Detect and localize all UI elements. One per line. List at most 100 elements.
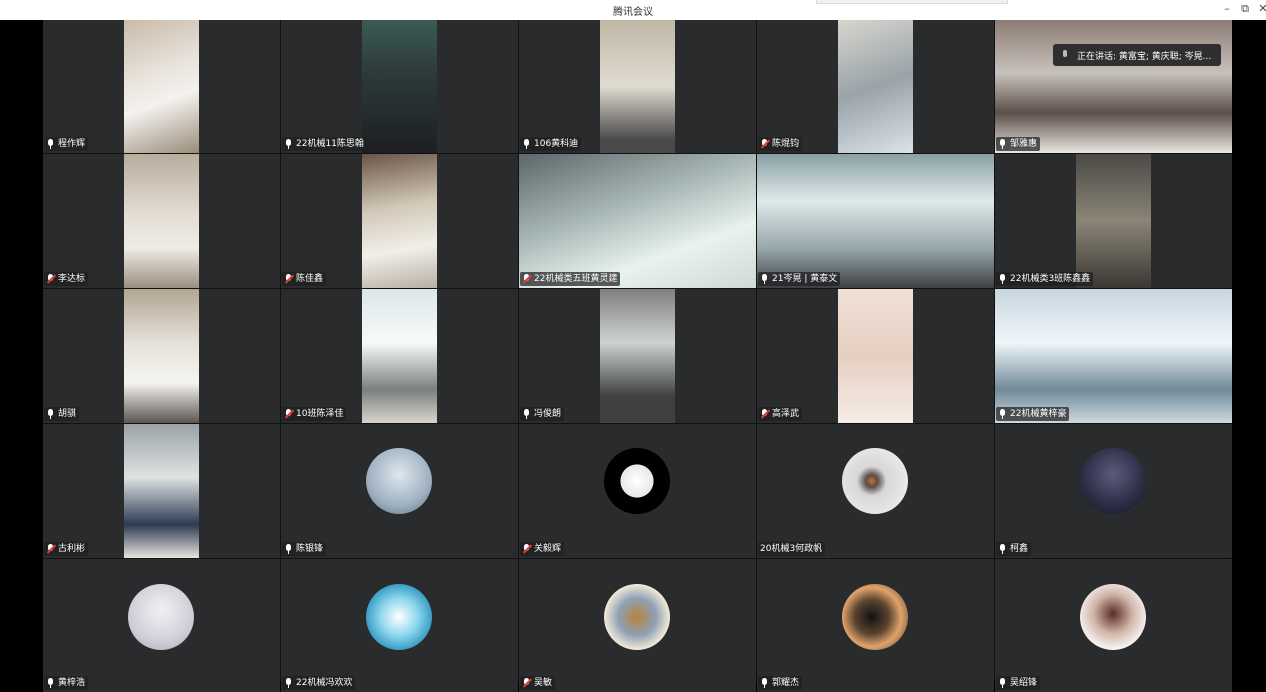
mic-muted-icon: [760, 138, 769, 150]
participant-name: 陈焜钧: [772, 139, 800, 149]
participant-name: 关毅辉: [534, 544, 562, 554]
participant-tile[interactable]: 冯俊朗: [519, 289, 756, 423]
participant-tile[interactable]: 22机械黄梓豪: [995, 289, 1232, 423]
mic-icon: [998, 273, 1007, 285]
mic-muted-icon: [522, 677, 531, 689]
participant-tile[interactable]: 陈佳鑫: [281, 154, 518, 288]
participant-label: 邹雅惠: [996, 137, 1041, 151]
participant-tile[interactable]: 106黄科迪: [519, 20, 756, 153]
speaking-text: 正在讲话: 黄富宝; 黄庆聪; 岑晃...: [1077, 51, 1212, 62]
participant-name: 李达标: [58, 274, 86, 284]
avatar: [366, 448, 432, 514]
participant-tile[interactable]: 陈银锋: [281, 424, 518, 558]
participant-tile[interactable]: 高泽武: [757, 289, 994, 423]
participant-name: 高泽武: [772, 409, 800, 419]
participant-video: [838, 289, 913, 423]
participant-video: [757, 154, 994, 288]
mic-icon: [998, 408, 1007, 420]
minimize-button[interactable]: –: [1218, 1, 1236, 19]
participant-label: 郭耀杰: [758, 676, 803, 690]
mic-icon: [998, 543, 1007, 555]
participant-tile[interactable]: 柯鑫: [995, 424, 1232, 558]
participant-name: 邹雅惠: [1010, 139, 1038, 149]
avatar: [366, 584, 432, 650]
participant-name: 吴敏: [534, 678, 553, 688]
mic-muted-icon: [284, 273, 293, 285]
participant-tile[interactable]: 22机械类3班陈鑫鑫: [995, 154, 1232, 288]
title-bar: 腾讯会议 – ⧉ ✕: [0, 0, 1266, 21]
mic-icon: [46, 408, 55, 420]
mic-icon: [284, 138, 293, 150]
participant-video: [124, 20, 199, 153]
participant-label: 22机械冯欢欢: [282, 676, 356, 690]
participant-name: 21岑晃 | 黄泰文: [772, 274, 838, 284]
mic-icon: [760, 273, 769, 285]
speaking-indicator: 正在讲话: 黄富宝; 黄庆聪; 岑晃...: [1053, 44, 1221, 66]
participant-label: 22机械黄梓豪: [996, 407, 1070, 421]
participant-tile[interactable]: 10班陈泽佳: [281, 289, 518, 423]
participant-video: [1076, 154, 1151, 288]
participant-label: 22机械11陈思翰: [282, 137, 367, 151]
participant-name: 106黄科迪: [534, 139, 579, 149]
participant-tile[interactable]: 程作辉: [43, 20, 280, 153]
participant-tile[interactable]: 20机械3何政帆: [757, 424, 994, 558]
participant-tile[interactable]: 胡骐: [43, 289, 280, 423]
title-bar-tab: [816, 0, 1008, 4]
participant-video: [600, 20, 675, 153]
meeting-stage: 程作辉 22机械11陈思翰 106黄科迪 陈焜钧 邹雅惠 李达标 陈佳鑫 22机…: [0, 20, 1266, 692]
participant-tile[interactable]: 关毅辉: [519, 424, 756, 558]
participant-label: 106黄科迪: [520, 137, 582, 151]
participant-tile[interactable]: 古利彬: [43, 424, 280, 558]
mic-icon: [284, 677, 293, 689]
participant-video: [124, 289, 199, 423]
participant-tile[interactable]: 李达标: [43, 154, 280, 288]
participant-video: [995, 20, 1232, 153]
participant-tile[interactable]: 黄梓浩: [43, 559, 280, 692]
participant-tile[interactable]: 郭耀杰: [757, 559, 994, 692]
mic-icon: [1061, 50, 1069, 60]
participant-label: 柯鑫: [996, 542, 1032, 556]
participant-tile[interactable]: 22机械类五班黄灵建: [519, 154, 756, 288]
participant-name: 22机械黄梓豪: [1010, 409, 1067, 419]
participant-label: 22机械类3班陈鑫鑫: [996, 272, 1094, 286]
restore-button[interactable]: ⧉: [1236, 1, 1254, 19]
participant-tile[interactable]: 22机械11陈思翰: [281, 20, 518, 153]
participant-tile[interactable]: 21岑晃 | 黄泰文: [757, 154, 994, 288]
close-button[interactable]: ✕: [1254, 1, 1266, 19]
participant-video: [124, 154, 199, 288]
participant-label: 胡骐: [44, 407, 80, 421]
participant-name: 柯鑫: [1010, 544, 1029, 554]
participant-label: 22机械类五班黄灵建: [520, 272, 621, 286]
avatar: [842, 448, 908, 514]
participant-name: 冯俊朗: [534, 409, 562, 419]
mic-muted-icon: [760, 408, 769, 420]
participant-tile[interactable]: 邹雅惠: [995, 20, 1232, 153]
participant-label: 古利彬: [44, 542, 89, 556]
participant-name: 陈佳鑫: [296, 274, 324, 284]
participant-label: 李达标: [44, 272, 89, 286]
mic-muted-icon: [284, 408, 293, 420]
participant-label: 吴敏: [520, 676, 556, 690]
participant-name: 古利彬: [58, 544, 86, 554]
participant-name: 22机械冯欢欢: [296, 678, 353, 688]
avatar: [604, 584, 670, 650]
participant-tile[interactable]: 吴敏: [519, 559, 756, 692]
avatar: [1080, 584, 1146, 650]
participant-name: 程作辉: [58, 139, 86, 149]
avatar: [842, 584, 908, 650]
mic-muted-icon: [46, 543, 55, 555]
mic-icon: [46, 677, 55, 689]
participant-name: 黄梓浩: [58, 678, 86, 688]
participant-label: 程作辉: [44, 137, 89, 151]
participant-tile[interactable]: 吴绍锋: [995, 559, 1232, 692]
participant-video: [995, 289, 1232, 423]
participant-name: 郭耀杰: [772, 678, 800, 688]
participant-video: [600, 289, 675, 423]
participant-tile[interactable]: 陈焜钧: [757, 20, 994, 153]
participant-video: [838, 20, 913, 153]
participant-video: [362, 20, 437, 153]
participant-tile[interactable]: 22机械冯欢欢: [281, 559, 518, 692]
participant-name: 胡骐: [58, 409, 77, 419]
participant-label: 关毅辉: [520, 542, 565, 556]
participant-label: 陈银锋: [282, 542, 327, 556]
